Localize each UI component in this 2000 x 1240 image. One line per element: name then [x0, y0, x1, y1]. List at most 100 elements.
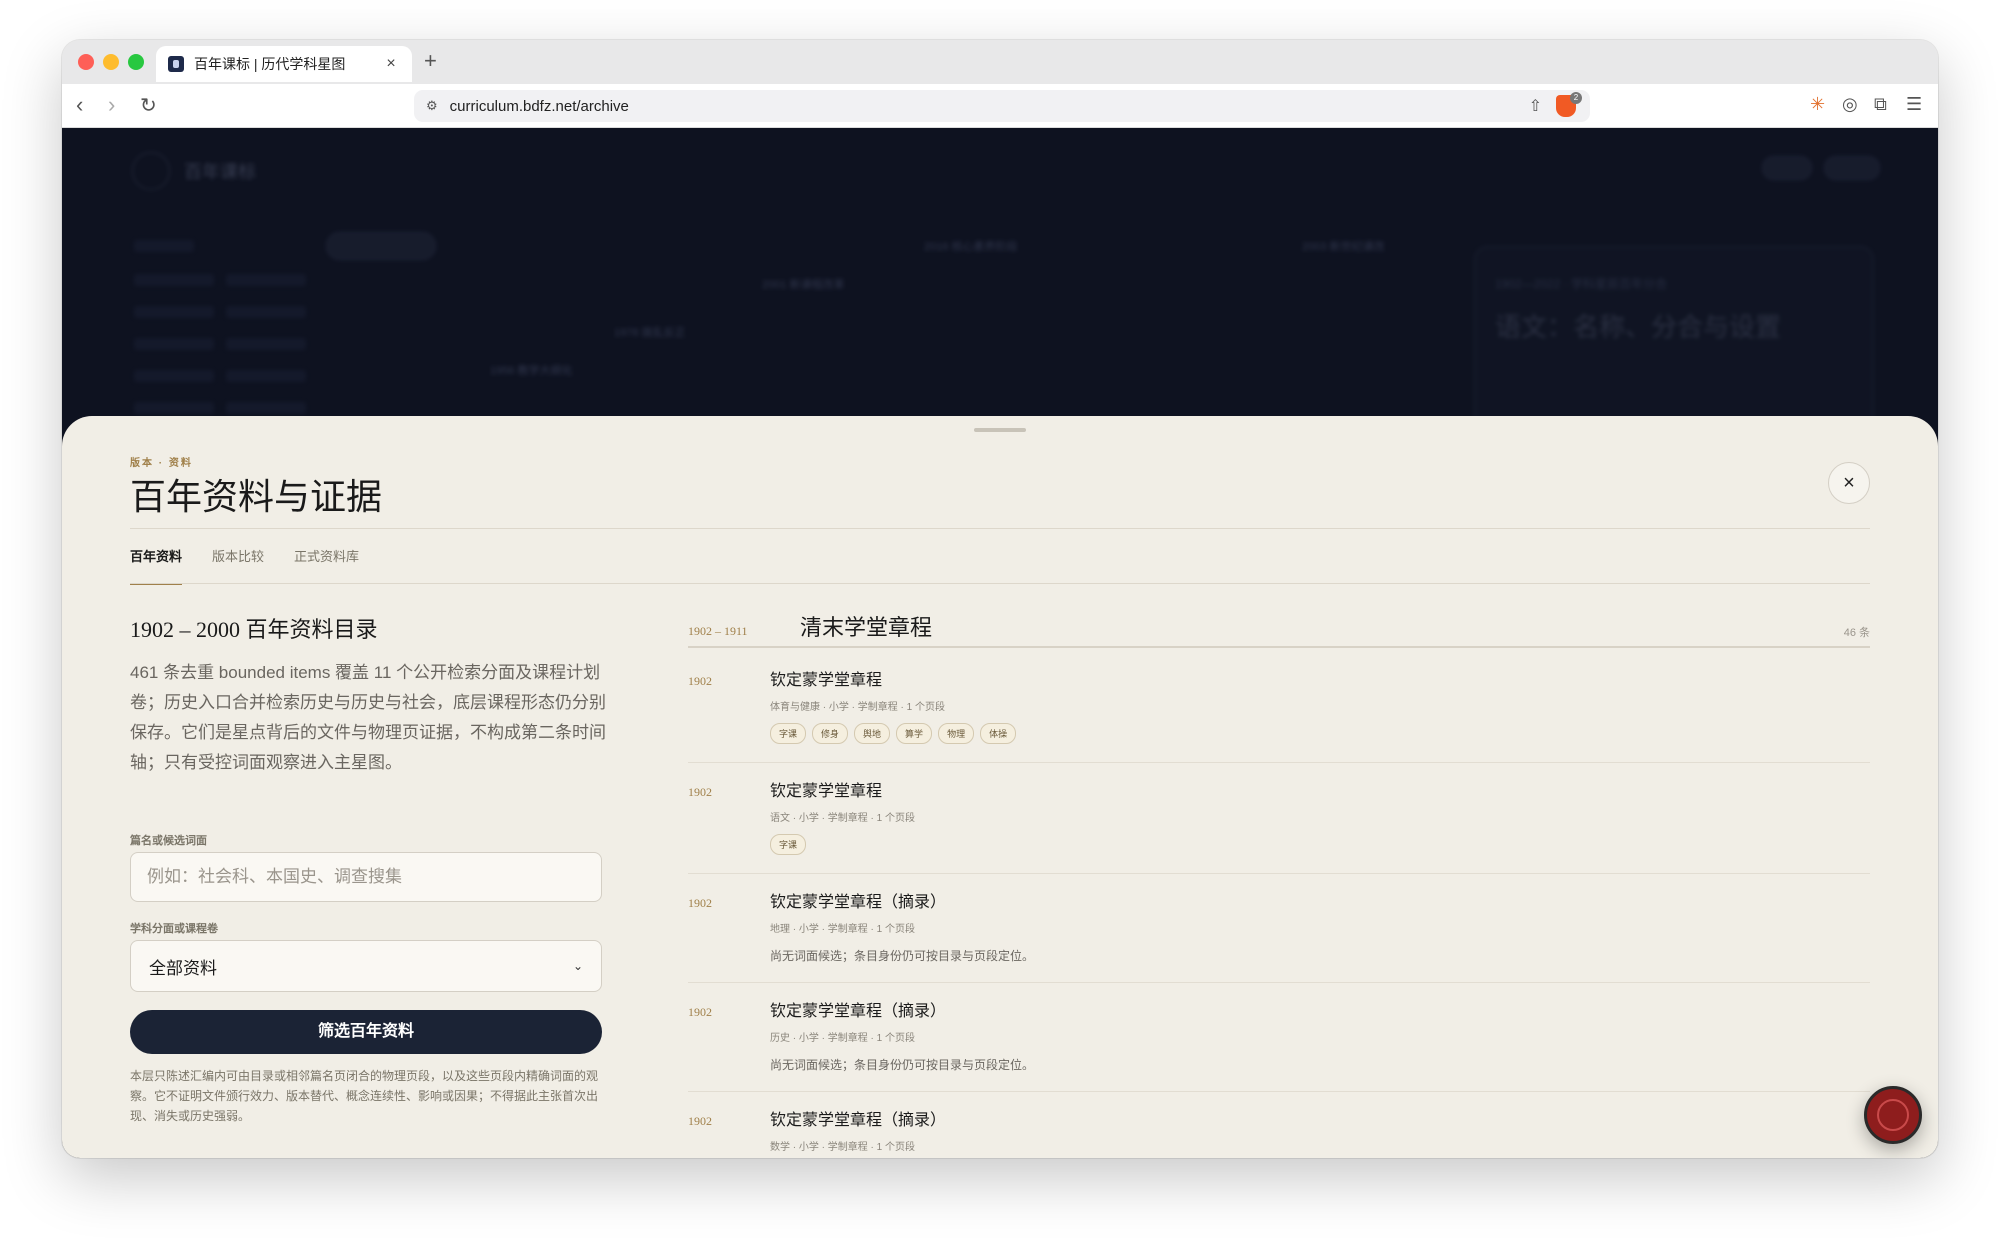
group-title: 清末学堂章程	[800, 616, 933, 641]
backdrop-row	[134, 240, 194, 252]
doc-meta: 地理 · 小学 · 学制章程 · 1 个页段	[770, 924, 915, 935]
backdrop-row	[134, 370, 214, 382]
backdrop-row	[226, 338, 306, 350]
facet-select-value: 全部资料	[149, 958, 217, 978]
list-item[interactable]: 1902 钦定蒙学堂章程（摘录） 数学 · 小学 · 学制章程 · 1 个页段	[688, 1092, 1870, 1158]
doc-year: 1902	[688, 674, 712, 688]
group-count: 46 条	[1843, 627, 1870, 639]
menu-icon[interactable]: ☰	[1906, 94, 1922, 115]
facet-select-label: 学科分面或课程卷	[130, 923, 218, 935]
doc-year: 1902	[688, 896, 712, 910]
doc-year: 1902	[688, 1005, 712, 1019]
sun-extension-icon[interactable]: ✳	[1810, 94, 1825, 115]
backdrop-label: 2001 新课程改革	[762, 279, 845, 291]
backdrop-row	[134, 402, 214, 414]
document-list: 1902 钦定蒙学堂章程 体育与健康 · 小学 · 学制章程 · 1 个页段 字…	[688, 652, 1870, 1158]
term-tag[interactable]: 物理	[938, 723, 975, 744]
site-favicon-icon	[168, 56, 184, 72]
doc-title[interactable]: 钦定蒙学堂章程（摘录）	[770, 890, 1870, 914]
search-field-label: 篇名或候选词面	[130, 835, 207, 847]
backdrop-pill	[1824, 156, 1880, 180]
shield-count-badge: 2	[1570, 92, 1582, 104]
search-input[interactable]	[130, 852, 602, 902]
doc-title[interactable]: 钦定蒙学堂章程（摘录）	[770, 999, 1870, 1023]
disclaimer-note: 本层只陈述汇编内可由目录或相邻篇名页闭合的物理页段，以及这些页段内精确词面的观察…	[130, 1069, 599, 1123]
backdrop-row	[226, 402, 306, 414]
list-item[interactable]: 1902 钦定蒙学堂章程（摘录） 历史 · 小学 · 学制章程 · 1 个页段 …	[688, 983, 1870, 1092]
filter-button[interactable]: 筛选百年资料	[130, 1010, 602, 1054]
backdrop-card-title: 语文：名称、分合与设置	[1495, 313, 1782, 343]
tab-version-compare[interactable]: 版本比较	[212, 546, 264, 585]
backdrop-label: 1956 教学大纲化	[490, 365, 573, 377]
site-logo-icon	[132, 152, 170, 190]
browser-tab[interactable]: 百年课标 | 历代学科星图 ×	[156, 46, 412, 82]
site-settings-icon[interactable]: ⚙	[426, 98, 438, 114]
share-icon[interactable]: ⇧	[1529, 96, 1542, 116]
term-tag[interactable]: 字课	[770, 723, 807, 744]
url-text[interactable]: curriculum.bdfz.net/archive	[450, 98, 629, 115]
facet-select[interactable]: 全部资料 ⌄	[130, 940, 602, 992]
backdrop-row	[134, 306, 214, 318]
extensions-puzzle-icon[interactable]: ⧉	[1874, 94, 1887, 115]
openai-extension-icon[interactable]: ◎	[1842, 94, 1858, 115]
backdrop-card-meta: 1902—2022 · 学科星辰百年分合	[1495, 277, 1668, 291]
url-bar[interactable]: ⚙ curriculum.bdfz.net/archive ⇧ 2	[414, 90, 1590, 122]
forward-arrow-icon[interactable]: ›	[108, 92, 115, 118]
list-item[interactable]: 1902 钦定蒙学堂章程 体育与健康 · 小学 · 学制章程 · 1 个页段 字…	[688, 652, 1870, 763]
archive-sheet: 版本 · 资料 百年资料与证据 × 百年资料 版本比较 正式资料库 1902 –…	[62, 416, 1938, 1158]
drag-handle[interactable]	[974, 428, 1026, 432]
doc-note: 尚无词面候选；条目身份仍可按目录与页段定位。	[770, 1058, 1035, 1072]
doc-note: 尚无词面候选；条目身份仍可按目录与页段定位。	[770, 949, 1035, 963]
divider	[130, 528, 1870, 529]
term-tag[interactable]: 舆地	[854, 723, 891, 744]
backdrop-pill	[326, 232, 436, 260]
backdrop-row	[134, 338, 214, 350]
sheet-eyebrow: 版本 · 资料	[130, 458, 193, 469]
chevron-down-icon: ⌄	[572, 959, 583, 973]
tag-list: 字课 修身 舆地 算学 物理 体操	[770, 723, 1870, 744]
reload-icon[interactable]: ↻	[140, 93, 157, 118]
doc-title[interactable]: 钦定蒙学堂章程（摘录）	[770, 1108, 1870, 1132]
doc-title[interactable]: 钦定蒙学堂章程	[770, 779, 1870, 803]
sheet-title: 百年资料与证据	[130, 477, 383, 518]
tab-formal-library[interactable]: 正式资料库	[294, 546, 359, 585]
list-item[interactable]: 1902 钦定蒙学堂章程 语文 · 小学 · 学制章程 · 1 个页段 字课	[688, 763, 1870, 874]
term-tag[interactable]: 修身	[812, 723, 849, 744]
backdrop-row	[134, 274, 214, 286]
backdrop-row	[226, 306, 306, 318]
term-tag[interactable]: 体操	[980, 723, 1017, 744]
back-arrow-icon[interactable]: ‹	[76, 92, 83, 118]
backdrop-label: 1978 拨乱反正	[614, 327, 686, 339]
doc-meta: 历史 · 小学 · 学制章程 · 1 个页段	[770, 1033, 915, 1044]
assistant-avatar-button[interactable]	[1864, 1086, 1922, 1144]
catalog-description: 461 条去重 bounded items 覆盖 11 个公开检索分面及课程计划…	[130, 663, 606, 772]
group-years: 1902 – 1911	[688, 624, 748, 638]
term-tag[interactable]: 字课	[770, 834, 807, 855]
backdrop-label: 2016 核心素养阶段	[924, 241, 1018, 253]
close-sheet-button[interactable]: ×	[1828, 462, 1870, 504]
tag-list: 字课	[770, 834, 1870, 855]
doc-meta: 语文 · 小学 · 学制章程 · 1 个页段	[770, 813, 915, 824]
site-brand: 百年课标	[184, 162, 256, 183]
tab-close-icon[interactable]: ×	[382, 55, 400, 73]
list-item[interactable]: 1902 钦定蒙学堂章程（摘录） 地理 · 小学 · 学制章程 · 1 个页段 …	[688, 874, 1870, 983]
minimize-window-button[interactable]	[103, 54, 119, 70]
catalog-heading: 1902 – 2000 百年资料目录	[130, 617, 378, 642]
backdrop-label: 2003 新世纪课改	[1302, 241, 1385, 253]
group-header: 1902 – 1911 清末学堂章程 46 条	[688, 604, 1870, 648]
backdrop-row	[226, 370, 306, 382]
tab-century-materials[interactable]: 百年资料	[130, 546, 183, 585]
browser-window: 百年课标 | 历代学科星图 × + ‹ › ↻ ⚙ curriculum.bdf…	[62, 40, 1938, 1158]
seal-icon	[1877, 1099, 1909, 1131]
divider	[130, 583, 1870, 584]
doc-title[interactable]: 钦定蒙学堂章程	[770, 668, 1870, 692]
close-icon: ×	[1843, 472, 1855, 494]
doc-year: 1902	[688, 785, 712, 799]
doc-year: 1902	[688, 1114, 712, 1128]
address-toolbar: ‹ › ↻ ⚙ curriculum.bdfz.net/archive ⇧ 2 …	[62, 84, 1938, 128]
new-tab-button[interactable]: +	[424, 48, 437, 74]
backdrop-row	[226, 274, 306, 286]
maximize-window-button[interactable]	[128, 54, 144, 70]
term-tag[interactable]: 算学	[896, 723, 933, 744]
close-window-button[interactable]	[78, 54, 94, 70]
